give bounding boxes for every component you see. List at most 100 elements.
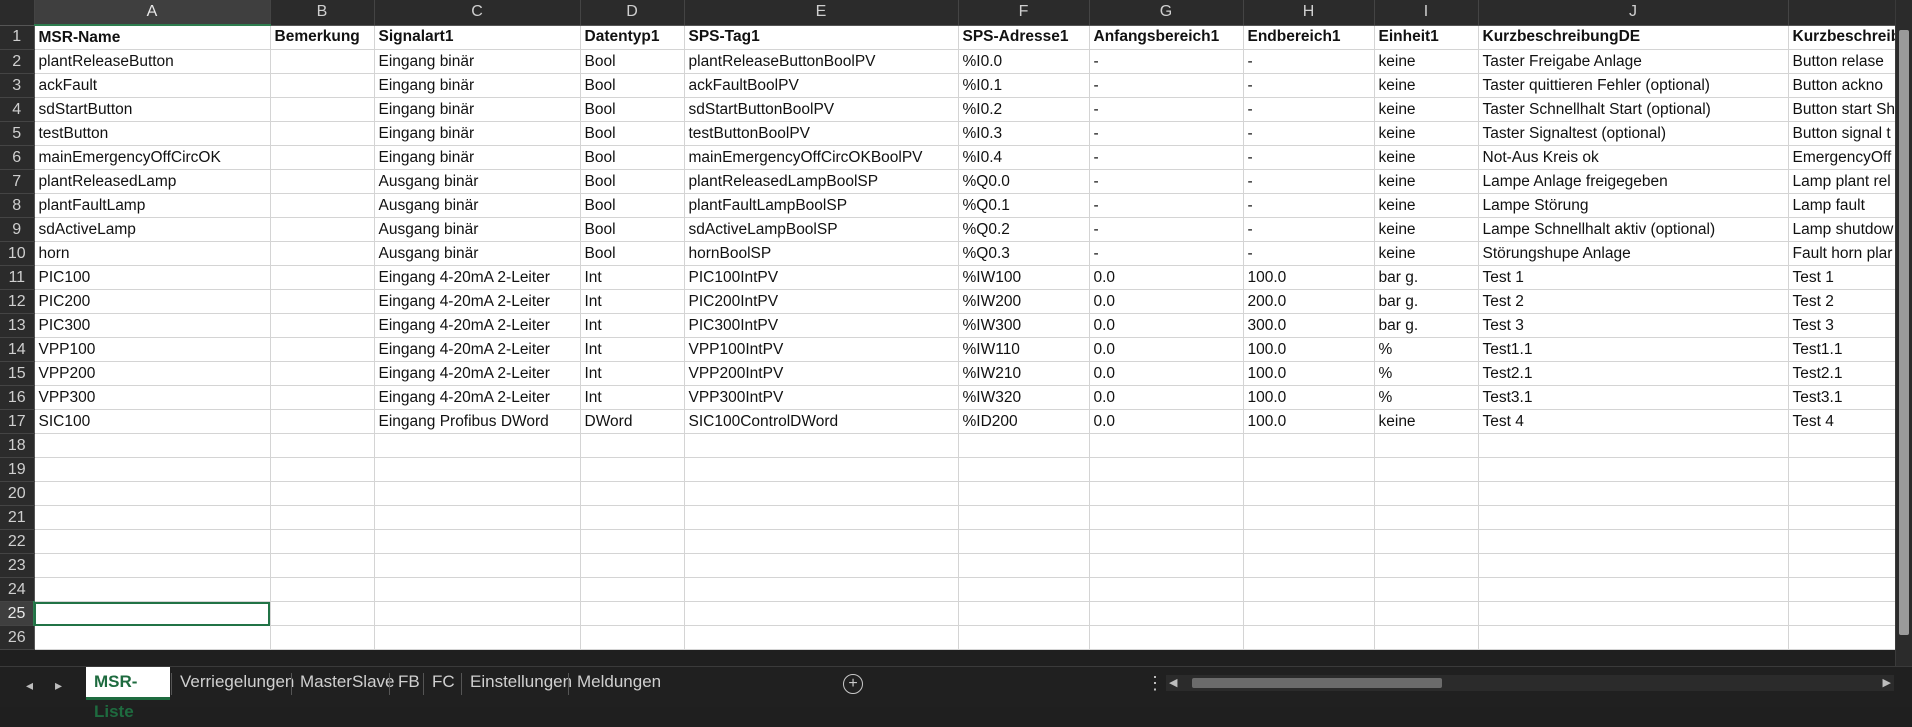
- cell[interactable]: [1478, 625, 1789, 650]
- active-cell[interactable]: [34, 601, 271, 626]
- row-header[interactable]: 12: [0, 289, 35, 314]
- row-header[interactable]: 5: [0, 121, 35, 146]
- cell[interactable]: Test1.1: [1478, 337, 1789, 362]
- cell[interactable]: Button relase: [1788, 49, 1906, 74]
- cell[interactable]: [1478, 505, 1789, 530]
- cell[interactable]: -: [1243, 169, 1375, 194]
- cell[interactable]: Taster Freigabe Anlage: [1478, 49, 1789, 74]
- cell[interactable]: [1478, 553, 1789, 578]
- cell[interactable]: [270, 169, 375, 194]
- row-header[interactable]: 14: [0, 337, 35, 362]
- cell[interactable]: [374, 481, 581, 506]
- cell[interactable]: [684, 481, 959, 506]
- cell[interactable]: ackFaultBoolPV: [684, 73, 959, 98]
- cell[interactable]: Lampe Schnellhalt aktiv (optional): [1478, 217, 1789, 242]
- cell[interactable]: [270, 193, 375, 218]
- cell[interactable]: Int: [580, 265, 685, 290]
- cell[interactable]: [958, 457, 1090, 482]
- row-header[interactable]: 15: [0, 361, 35, 386]
- cell[interactable]: SPS-Adresse1: [958, 25, 1090, 50]
- cell[interactable]: Test3.1: [1788, 385, 1906, 410]
- cell[interactable]: [1243, 505, 1375, 530]
- cell[interactable]: [270, 265, 375, 290]
- cell[interactable]: Lampe Störung: [1478, 193, 1789, 218]
- cell[interactable]: [1089, 433, 1244, 458]
- cell[interactable]: Test1.1: [1788, 337, 1906, 362]
- cell[interactable]: PIC100IntPV: [684, 265, 959, 290]
- cell[interactable]: 100.0: [1243, 361, 1375, 386]
- scroll-right-icon[interactable]: ▶: [1883, 675, 1891, 691]
- cell[interactable]: [580, 577, 685, 602]
- cell[interactable]: Bool: [580, 121, 685, 146]
- row-header[interactable]: 16: [0, 385, 35, 410]
- cell[interactable]: VPP300IntPV: [684, 385, 959, 410]
- row-header[interactable]: 3: [0, 73, 35, 98]
- cell[interactable]: Eingang binär: [374, 97, 581, 122]
- cell[interactable]: Lamp plant rel: [1788, 169, 1906, 194]
- sheet-tab-masterslave[interactable]: MasterSlave: [292, 667, 394, 701]
- cell[interactable]: %IW100: [958, 265, 1090, 290]
- cell[interactable]: [580, 553, 685, 578]
- cell[interactable]: -: [1089, 97, 1244, 122]
- cell[interactable]: [1788, 553, 1906, 578]
- column-header-J[interactable]: J: [1478, 0, 1789, 26]
- column-header-A[interactable]: A: [34, 0, 271, 26]
- cell[interactable]: [270, 385, 375, 410]
- cell[interactable]: keine: [1374, 193, 1479, 218]
- cell[interactable]: Bool: [580, 217, 685, 242]
- cell[interactable]: Ausgang binär: [374, 193, 581, 218]
- row-header[interactable]: 26: [0, 625, 35, 650]
- cell[interactable]: EmergencyOff: [1788, 145, 1906, 170]
- cell[interactable]: [270, 481, 375, 506]
- cell[interactable]: [1374, 577, 1479, 602]
- cell[interactable]: SIC100ControlDWord: [684, 409, 959, 434]
- cell[interactable]: [1478, 577, 1789, 602]
- cell[interactable]: %IW210: [958, 361, 1090, 386]
- cell[interactable]: Test2.1: [1788, 361, 1906, 386]
- horizontal-scrollbar-thumb[interactable]: [1192, 678, 1442, 688]
- cell[interactable]: [1243, 577, 1375, 602]
- cell[interactable]: [1478, 601, 1789, 626]
- cell[interactable]: [270, 361, 375, 386]
- cell[interactable]: 0.0: [1089, 385, 1244, 410]
- cell[interactable]: VPP300: [34, 385, 271, 410]
- cell[interactable]: [270, 529, 375, 554]
- cell[interactable]: %IW320: [958, 385, 1090, 410]
- cell[interactable]: [1788, 457, 1906, 482]
- cell[interactable]: keine: [1374, 241, 1479, 266]
- cell[interactable]: Eingang 4-20mA 2-Leiter: [374, 289, 581, 314]
- cell[interactable]: [34, 577, 271, 602]
- row-header[interactable]: 18: [0, 433, 35, 458]
- cell[interactable]: mainEmergencyOffCircOKBoolPV: [684, 145, 959, 170]
- cell[interactable]: %Q0.3: [958, 241, 1090, 266]
- cell[interactable]: [1089, 577, 1244, 602]
- cell[interactable]: [1089, 505, 1244, 530]
- cell[interactable]: [1478, 481, 1789, 506]
- cell[interactable]: [684, 529, 959, 554]
- cell[interactable]: bar g.: [1374, 265, 1479, 290]
- cell[interactable]: -: [1243, 97, 1375, 122]
- cell[interactable]: %I0.0: [958, 49, 1090, 74]
- cell[interactable]: PIC200IntPV: [684, 289, 959, 314]
- cell[interactable]: [1243, 433, 1375, 458]
- cell[interactable]: Test 4: [1478, 409, 1789, 434]
- cell[interactable]: Eingang binär: [374, 73, 581, 98]
- cell[interactable]: [374, 505, 581, 530]
- cell[interactable]: [374, 529, 581, 554]
- cell[interactable]: Button ackno: [1788, 73, 1906, 98]
- cell[interactable]: 0.0: [1089, 409, 1244, 434]
- cell[interactable]: 200.0: [1243, 289, 1375, 314]
- cell[interactable]: [1788, 601, 1906, 626]
- cell[interactable]: VPP200: [34, 361, 271, 386]
- cell[interactable]: Eingang binär: [374, 49, 581, 74]
- cell[interactable]: [684, 577, 959, 602]
- cell[interactable]: [684, 505, 959, 530]
- vertical-ellipsis-icon[interactable]: ⋮: [1146, 673, 1164, 694]
- cell[interactable]: [1374, 625, 1479, 650]
- row-header[interactable]: 13: [0, 313, 35, 338]
- cell[interactable]: hornBoolSP: [684, 241, 959, 266]
- column-header-H[interactable]: H: [1243, 0, 1375, 26]
- cell[interactable]: VPP100IntPV: [684, 337, 959, 362]
- cell[interactable]: %IW110: [958, 337, 1090, 362]
- cell[interactable]: [34, 505, 271, 530]
